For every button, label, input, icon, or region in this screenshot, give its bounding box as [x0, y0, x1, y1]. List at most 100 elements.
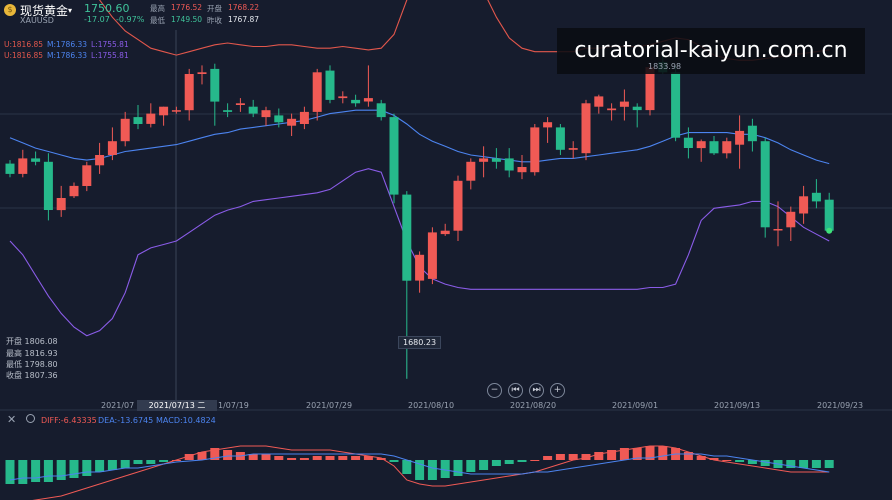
candle-body	[479, 158, 489, 162]
price-change: -17.07	[84, 15, 110, 24]
candle-body	[735, 130, 745, 145]
macd-bar	[261, 454, 271, 460]
candle-body	[389, 117, 399, 195]
macd-bar	[491, 460, 501, 466]
candle-body	[43, 161, 53, 210]
prev-close-label: 昨收	[207, 16, 222, 25]
close-icon[interactable]: ✕	[7, 413, 16, 426]
candle-body	[18, 158, 28, 174]
candle-body	[786, 211, 796, 228]
macd-bar	[440, 460, 450, 478]
boll-middle-1: M:1786.33	[47, 40, 88, 49]
candle-body	[671, 72, 681, 138]
macd-bar	[543, 456, 553, 460]
macd-bar	[43, 460, 53, 482]
date-tick: 2021/09/13	[714, 401, 761, 410]
macd-bar	[530, 460, 540, 461]
candle-body	[632, 106, 642, 111]
candle-body	[440, 230, 450, 235]
candle-body	[504, 158, 514, 171]
macd-bar	[69, 460, 79, 478]
chart-grid	[0, 30, 892, 411]
candle-body	[56, 198, 66, 211]
candle-body	[543, 122, 553, 128]
candle-body	[747, 125, 757, 142]
candle-body	[171, 110, 181, 112]
macd-bar	[658, 446, 668, 460]
macd-panel	[5, 445, 834, 500]
candle-body	[338, 96, 348, 99]
next-button[interactable]: ⏭	[529, 383, 544, 398]
macd-dea-label: DEA:-13.6745	[98, 416, 154, 425]
macd-bar	[56, 460, 66, 480]
macd-bar	[223, 450, 233, 460]
macd-bar	[95, 460, 105, 472]
candle-body	[235, 103, 245, 105]
candle-body	[274, 115, 284, 123]
previous-button[interactable]: ⏮	[508, 383, 523, 398]
candle-body	[299, 111, 309, 124]
high-price-marker: 1833.98	[648, 62, 682, 71]
macd-bar	[735, 460, 745, 462]
macd-bar	[466, 460, 476, 472]
instrument-symbol: XAUUSD	[20, 16, 54, 25]
candlesticks	[5, 51, 834, 379]
macd-bar	[760, 460, 770, 466]
candle-body	[619, 101, 629, 107]
macd-bar	[427, 460, 437, 480]
low-value: 1749.50	[171, 15, 203, 24]
candle-body	[376, 103, 386, 118]
candle-body	[811, 192, 821, 202]
open-value: 1768.22	[228, 3, 260, 12]
ohlc-open: 开盘 1806.08	[6, 337, 58, 346]
macd-bar	[517, 460, 527, 462]
candle-body	[120, 118, 130, 142]
macd-diff-label: DIFF:-6.43335	[41, 416, 97, 425]
macd-bar	[82, 460, 92, 476]
macd-bar	[299, 458, 309, 460]
candle-body	[287, 118, 297, 126]
watermark-banner: curatorial-kaiyun.com.cn	[557, 28, 865, 74]
macd-bar	[402, 460, 412, 474]
macd-bar	[555, 454, 565, 460]
candle-body	[683, 137, 693, 148]
macd-bar	[120, 460, 130, 468]
last-price-dot	[826, 227, 833, 234]
settings-icon[interactable]	[26, 414, 35, 423]
candle-body	[517, 167, 527, 173]
macd-bar	[351, 456, 361, 460]
candle-body	[581, 103, 591, 154]
macd-bar	[824, 460, 834, 468]
candle-body	[82, 165, 92, 186]
boll-lower-2: L:1755.81	[91, 51, 129, 60]
boll-upper-1: U:1816.85	[4, 40, 44, 49]
macd-bar	[133, 460, 143, 464]
middle-band-line	[9, 109, 830, 165]
candle-body	[722, 141, 732, 154]
date-tick: 2021/09/01	[612, 401, 659, 410]
date-tick: 2021/09/23	[817, 401, 864, 410]
candle-body	[696, 141, 706, 149]
chevron-down-icon[interactable]: ▾	[68, 6, 72, 15]
candle-body	[709, 141, 719, 154]
candle-body	[184, 74, 194, 111]
candle-body	[223, 110, 233, 112]
candle-body	[5, 163, 15, 174]
price-chart[interactable]	[0, 0, 892, 500]
candle-body	[261, 110, 271, 118]
selected-date-tag: 2021/07/13 二	[137, 400, 217, 411]
macd-bar	[287, 458, 297, 460]
low-price-tag: 1680.23	[398, 336, 442, 349]
date-tick: 2021/07	[101, 401, 135, 410]
low-label: 最低	[150, 16, 165, 25]
macd-bar	[722, 460, 732, 461]
candle-body	[773, 229, 783, 231]
candle-body	[69, 185, 79, 197]
zoom-in-button[interactable]: +	[550, 383, 565, 398]
candle-body	[248, 106, 258, 114]
candle-body	[568, 148, 578, 150]
zoom-out-button[interactable]: −	[487, 383, 502, 398]
candle-body	[824, 199, 834, 231]
macd-bar	[338, 456, 348, 460]
date-tick: 2021/08/10	[408, 401, 455, 410]
